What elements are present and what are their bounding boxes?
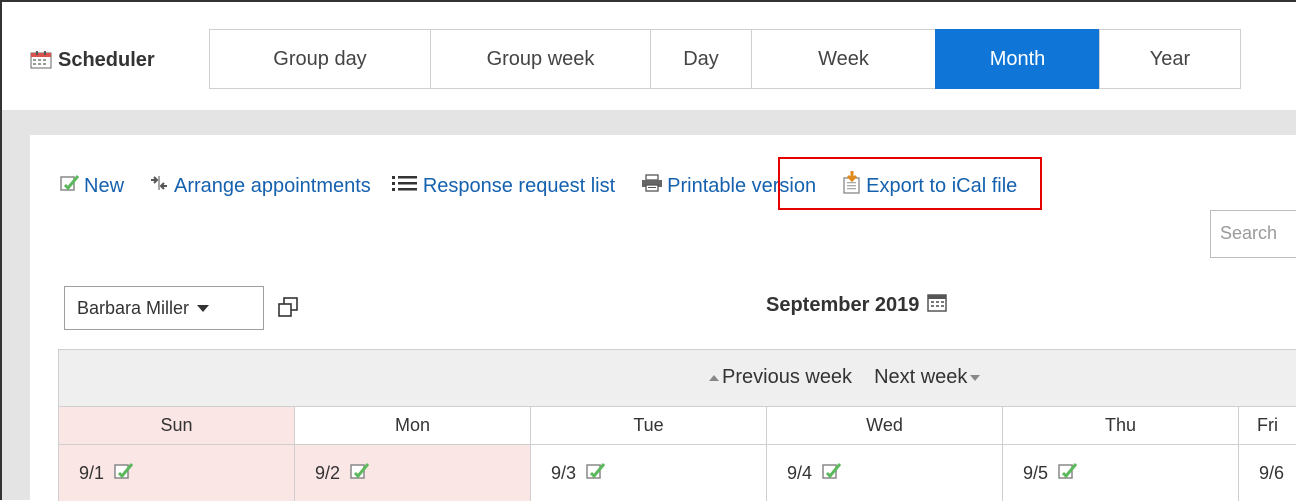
date-label[interactable]: 9/5 — [1023, 463, 1048, 484]
response-request-list-link[interactable]: Response request list — [391, 174, 615, 198]
response-label: Response request list — [422, 174, 616, 197]
week-nav-row: Previous week Next week — [59, 350, 1296, 407]
day-header-tue: Tue — [531, 407, 767, 445]
highlight-box — [778, 157, 1042, 210]
view-tabs: Group day Group week Day Week Month Year — [209, 29, 1241, 91]
calendar-icon — [30, 51, 52, 69]
list-icon — [391, 174, 419, 198]
tab-day[interactable]: Day — [650, 29, 752, 89]
arrange-icon — [148, 174, 170, 198]
date-cell: 9/2 — [295, 445, 531, 501]
next-week-label: Next week — [874, 366, 968, 388]
day-header-thu: Thu — [1003, 407, 1239, 445]
day-header-sun: Sun — [59, 407, 295, 445]
app-title: Scheduler — [30, 30, 155, 90]
triangle-up-icon — [709, 374, 719, 381]
search-input[interactable]: Search — [1210, 210, 1296, 258]
new-appointment-icon[interactable] — [114, 462, 134, 485]
date-row: 9/1 9/2 9/3 9/4 9/5 9/6 — [59, 445, 1296, 501]
date-label[interactable]: 9/3 — [551, 463, 576, 484]
arrange-appointments-link[interactable]: Arrange appointments — [148, 174, 371, 198]
new-icon — [60, 174, 80, 198]
triangle-down-icon — [970, 374, 981, 381]
week-nav: Previous week Next week — [709, 366, 981, 389]
month-title-text: September 2019 — [766, 293, 920, 316]
new-appointment-icon[interactable] — [822, 462, 842, 485]
app-title-text: Scheduler — [58, 48, 155, 71]
date-label[interactable]: 9/2 — [315, 463, 340, 484]
tab-group-day[interactable]: Group day — [209, 29, 431, 89]
date-label[interactable]: 9/6 — [1259, 463, 1284, 484]
calendar-picker-icon[interactable] — [927, 292, 948, 318]
new-link[interactable]: New — [60, 174, 124, 198]
user-select-value: Barbara Miller — [77, 297, 190, 318]
tab-month[interactable]: Month — [935, 29, 1100, 89]
chevron-down-icon — [197, 304, 210, 312]
date-cell: 9/4 — [767, 445, 1003, 501]
tab-week[interactable]: Week — [751, 29, 936, 89]
new-label: New — [84, 174, 125, 197]
calendar-grid: Previous week Next week Sun Mon Tue Wed … — [58, 349, 1296, 501]
next-week-link[interactable]: Next week — [874, 366, 981, 389]
month-title: September 2019 — [766, 292, 948, 318]
user-select[interactable]: Barbara Miller — [64, 286, 264, 330]
date-cell: 9/3 — [531, 445, 767, 501]
popup-window-icon[interactable] — [278, 297, 298, 317]
tab-group-week[interactable]: Group week — [430, 29, 651, 89]
date-label[interactable]: 9/1 — [79, 463, 104, 484]
date-cell: 9/5 — [1003, 445, 1239, 501]
date-cell: 9/1 — [59, 445, 295, 501]
tab-year[interactable]: Year — [1099, 29, 1241, 89]
day-header-row: Sun Mon Tue Wed Thu Fri — [59, 407, 1296, 445]
date-cell: 9/6 — [1239, 445, 1296, 501]
previous-week-label: Previous week — [722, 366, 853, 388]
new-appointment-icon[interactable] — [586, 462, 606, 485]
new-appointment-icon[interactable] — [1058, 462, 1078, 485]
date-label[interactable]: 9/4 — [787, 463, 812, 484]
previous-week-link[interactable]: Previous week — [709, 366, 852, 389]
arrange-label: Arrange appointments — [174, 174, 371, 197]
day-header-mon: Mon — [295, 407, 531, 445]
printer-icon — [641, 174, 663, 198]
day-header-wed: Wed — [767, 407, 1003, 445]
app-header: Scheduler Group day Group week Day Week … — [2, 2, 1296, 110]
day-header-fri: Fri — [1239, 407, 1296, 445]
new-appointment-icon[interactable] — [350, 462, 370, 485]
